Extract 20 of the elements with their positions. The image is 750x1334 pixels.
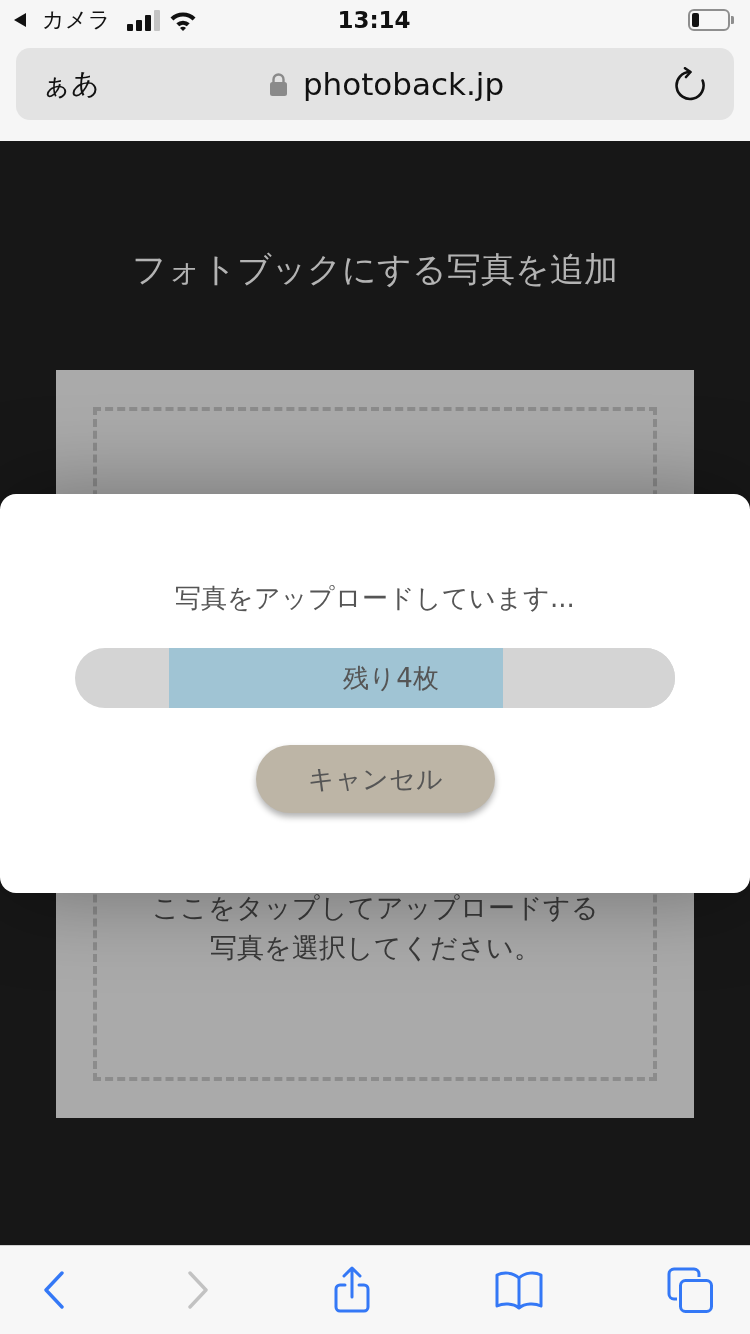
address-bar[interactable]: ぁあ photoback.jp [16, 48, 734, 120]
page-title: フォトブックにする写真を追加 [132, 248, 618, 291]
wifi-icon [169, 9, 197, 31]
cancel-button[interactable]: キャンセル [255, 745, 495, 813]
back-triangle-icon[interactable] [14, 13, 26, 27]
two-squares-icon[interactable] [667, 1267, 713, 1313]
chevron-left-icon[interactable] [44, 1271, 64, 1309]
back-to-app-link[interactable]: カメラ [42, 7, 111, 33]
lock-icon [269, 72, 287, 96]
open-book-icon[interactable] [494, 1270, 543, 1310]
battery-icon [688, 9, 734, 31]
url-text: photoback.jp [302, 65, 505, 103]
share-icon[interactable] [332, 1266, 371, 1314]
upload-message: 写真をアップロードしています... [175, 582, 575, 615]
reload-icon[interactable] [674, 67, 706, 101]
drop-zone-hint: ここをタップしてアップロードする写真を選択してください。 [150, 891, 600, 965]
signal-icon [127, 9, 161, 31]
progress-label: 残り4枚 [343, 662, 439, 695]
status-time: 13:14 [337, 6, 411, 34]
text-size-button[interactable]: ぁあ [42, 67, 100, 101]
